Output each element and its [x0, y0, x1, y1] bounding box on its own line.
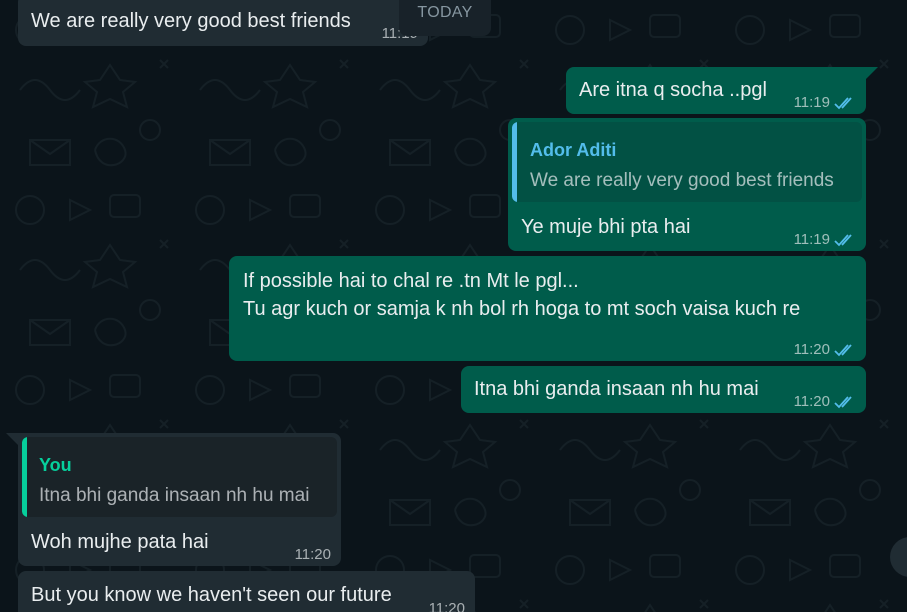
message-text-line-2: Tu agr kuch or samja k nh bol rh hoga to… — [243, 298, 801, 320]
quote-accent-bar — [512, 122, 517, 202]
message-meta: 11:20 — [794, 336, 856, 364]
message-meta: 11:19 — [794, 226, 856, 254]
read-receipt-icon — [834, 344, 852, 357]
message-time: 11:20 — [428, 600, 465, 612]
message-bubble-incoming[interactable]: But you know we haven't seen our future … — [18, 571, 475, 612]
bubble-tail — [6, 433, 18, 445]
message-text: Itna bhi ganda insaan nh hu mai — [474, 378, 759, 400]
bubble-tail — [866, 67, 878, 79]
message-time: 11:20 — [793, 341, 830, 358]
chat-panel[interactable]: We are really very good best friends 11:… — [0, 0, 907, 612]
message-text: Are itna q socha ..pgl — [579, 79, 767, 101]
message-text-line-1: If possible hai to chal re .tn Mt le pgl… — [243, 270, 579, 292]
message-bubble-incoming-reply[interactable]: You Itna bhi ganda insaan nh hu mai Woh … — [18, 433, 341, 566]
quote-text: Itna bhi ganda insaan nh hu mai — [39, 485, 310, 506]
read-receipt-icon — [834, 234, 852, 247]
quote-accent-bar — [22, 437, 27, 517]
message-time: 11:20 — [793, 393, 830, 410]
message-time: 11:19 — [793, 231, 830, 248]
day-separator: TODAY — [399, 0, 491, 36]
message-bubble-outgoing[interactable]: Itna bhi ganda insaan nh hu mai 11:20 — [461, 366, 866, 413]
quote-author: You — [39, 455, 72, 475]
message-bubble-incoming[interactable]: We are really very good best friends 11:… — [18, 0, 428, 46]
read-receipt-icon — [834, 396, 852, 409]
quoted-message[interactable]: Ador Aditi We are really very good best … — [512, 122, 862, 202]
message-text: But you know we haven't seen our future — [31, 584, 392, 606]
message-text: Ye muje bhi pta hai — [521, 216, 691, 238]
message-time: 11:20 — [294, 546, 331, 563]
message-bubble-outgoing[interactable]: If possible hai to chal re .tn Mt le pgl… — [229, 256, 866, 361]
quoted-message[interactable]: You Itna bhi ganda insaan nh hu mai — [22, 437, 337, 517]
message-text: We are really very good best friends — [31, 10, 351, 32]
message-bubble-outgoing-reply[interactable]: Ador Aditi We are really very good best … — [508, 118, 866, 251]
message-bubble-outgoing[interactable]: Are itna q socha ..pgl 11:19 — [566, 67, 866, 114]
read-receipt-icon — [834, 97, 852, 110]
quote-author: Ador Aditi — [530, 140, 617, 160]
message-meta: 11:20 — [794, 388, 856, 416]
quote-text: We are really very good best friends — [530, 170, 834, 191]
message-time: 11:19 — [793, 94, 830, 111]
message-text: Woh mujhe pata hai — [31, 531, 209, 553]
message-meta: 11:19 — [794, 89, 856, 117]
